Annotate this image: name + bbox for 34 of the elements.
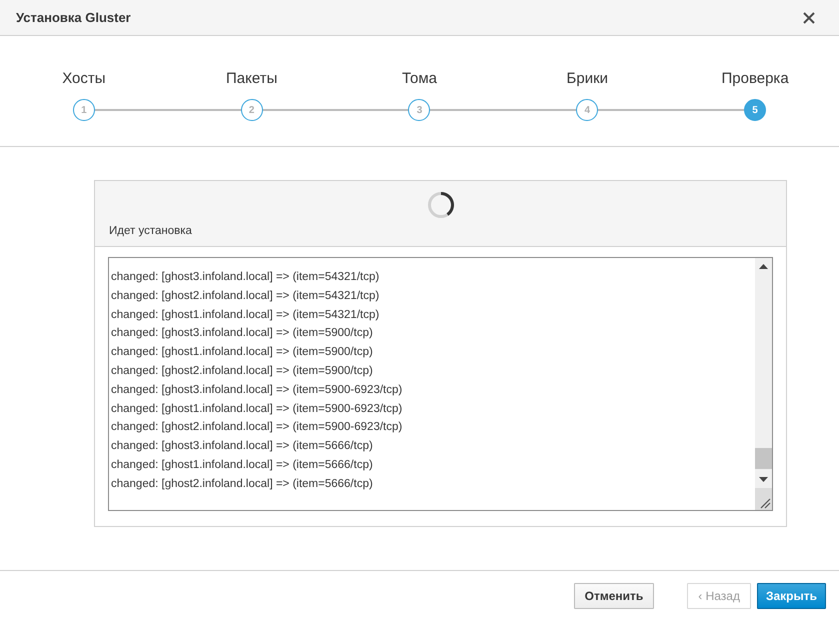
dialog-title: Установка Gluster [16,10,131,25]
scrollbar[interactable] [755,258,772,510]
status-text: Идет установка [109,225,192,237]
close-button[interactable]: Закрыть [756,583,826,609]
log-line: changed: [ghost3.infoland.local] => (item=5900/tcp) [111,326,373,342]
step-number[interactable]: 4 [576,99,598,121]
log-line: changed: [ghost3.infoland.local] => (item=5900-6923/tcp) [111,382,402,398]
log-line: changed: [ghost2.infoland.local] => (item=5900/tcp) [111,364,373,379]
step-number[interactable]: 2 [240,99,263,121]
log-line: changed: [ghost2.infoland.local] => (item=5900-6923/tcp) [111,420,402,436]
step-number[interactable]: 3 [408,99,430,121]
step-label: Тома [402,69,437,89]
step-label: Проверка [721,69,789,89]
log-line: changed: [ghost1.infoland.local] => (item=5900/tcp) [111,345,373,360]
log-line: changed: [ghost2.infoland.local] => (item=54321/tcp) [111,288,380,304]
close-icon[interactable] [803,12,815,24]
log-line: changed: [ghost1.infoland.local] => (item=5900-6923/tcp) [111,402,402,417]
scroll-down-icon[interactable] [759,477,768,482]
step-number[interactable]: 5 [744,99,766,121]
resize-grip-icon[interactable] [755,488,772,510]
cancel-button[interactable]: Отменить [574,583,654,609]
log-line: changed: [ghost1.infoland.local] => (item=5666/tcp) [111,458,373,473]
log-line: changed: [ghost3.infoland.local] => (item=5666/tcp) [111,439,373,454]
log-text-area[interactable] [108,257,773,511]
log-line: changed: [ghost1.infoland.local] => (item=54321/tcp) [111,308,380,323]
scrollbar-thumb[interactable] [755,448,772,469]
step-label: Пакеты [226,69,278,89]
step-label: Хосты [62,69,106,89]
step-number[interactable]: 1 [72,99,95,121]
scroll-up-icon[interactable] [759,264,768,269]
log-line: changed: [ghost2.infoland.local] => (item=5666/tcp) [111,476,373,492]
step-label: Брики [566,69,608,89]
log-line: changed: [ghost3.infoland.local] => (item=54321/tcp) [111,270,380,285]
loading-spinner-icon [427,191,455,219]
